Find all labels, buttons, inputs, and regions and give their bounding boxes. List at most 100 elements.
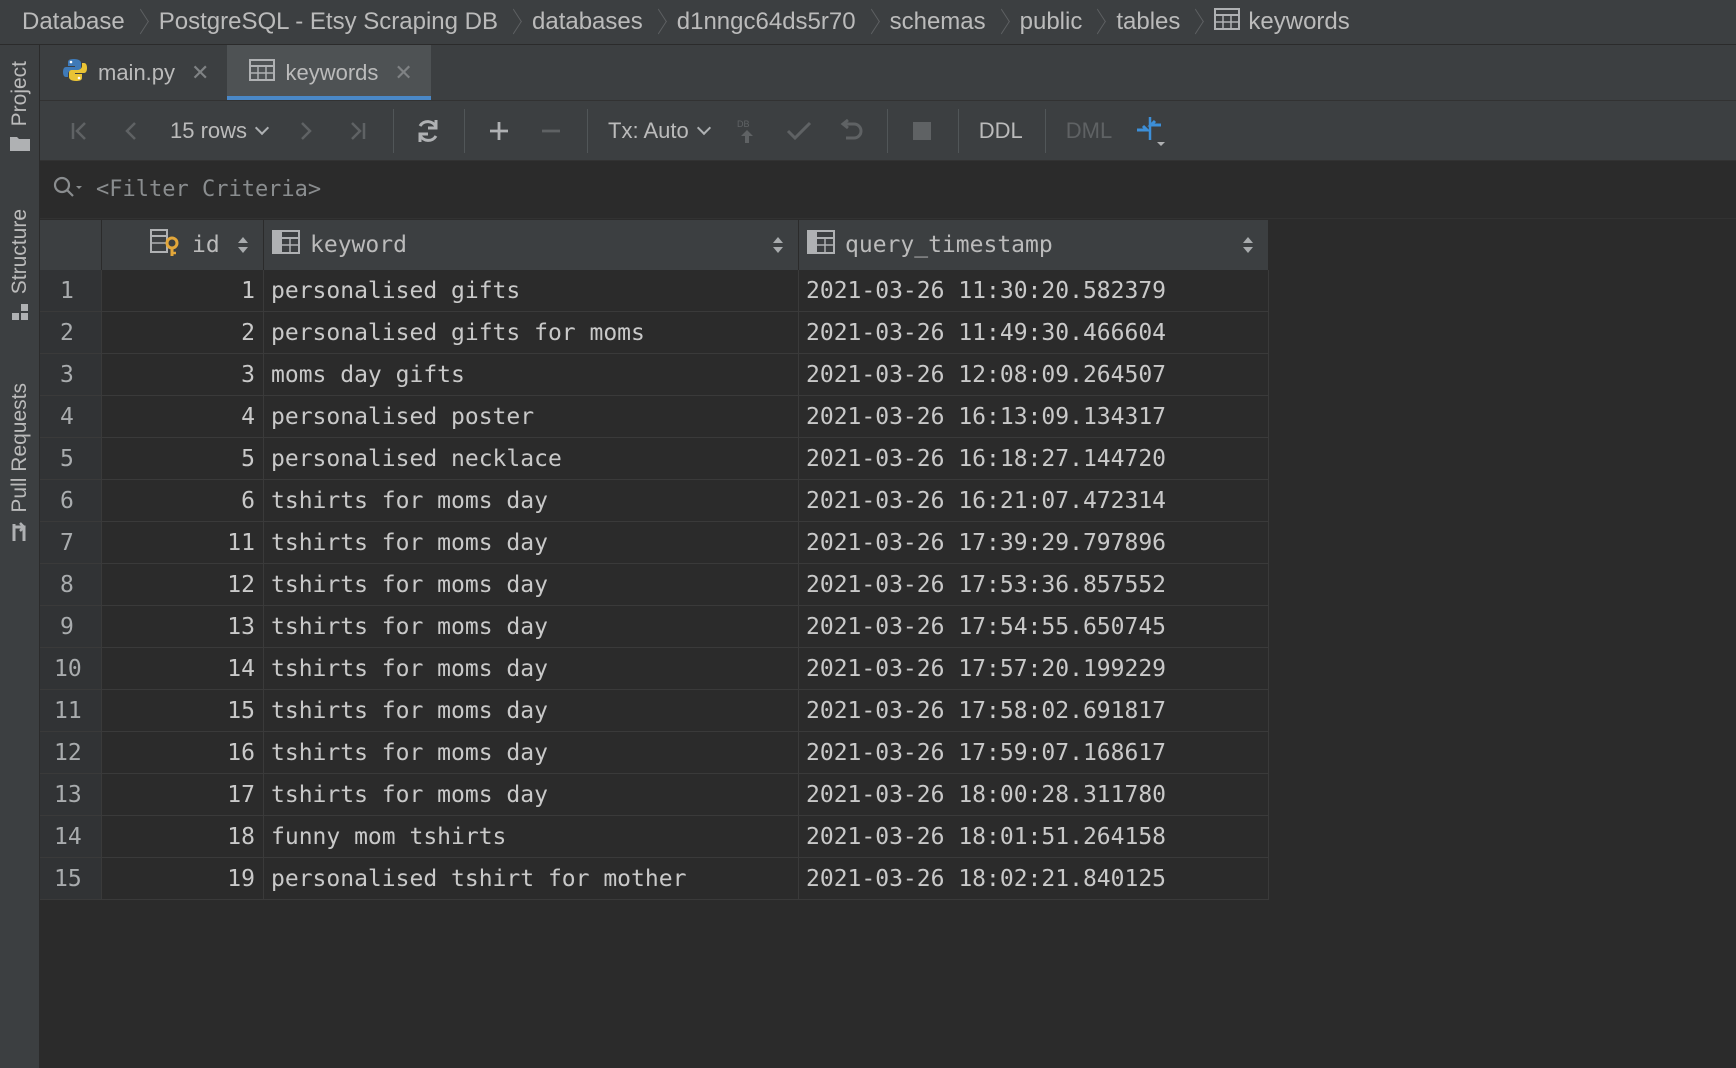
table-row[interactable]: 12 16 tshirts for moms day 2021-03-26 17…: [40, 732, 1269, 774]
cell-id[interactable]: 12: [102, 564, 264, 605]
cell-id[interactable]: 13: [102, 606, 264, 647]
breadcrumb-item-public[interactable]: public: [1020, 8, 1083, 36]
cell-keyword[interactable]: personalised poster: [264, 396, 799, 437]
breadcrumb-item-datasource[interactable]: PostgreSQL - Etsy Scraping DB: [159, 8, 498, 36]
breadcrumb-item-dbname[interactable]: d1nngc64ds5r70: [677, 8, 856, 36]
close-icon[interactable]: ✕: [191, 60, 209, 86]
table-row[interactable]: 5 5 personalised necklace 2021-03-26 16:…: [40, 438, 1269, 480]
cell-keyword[interactable]: funny mom tshirts: [264, 816, 799, 857]
cell-query-timestamp[interactable]: 2021-03-26 16:21:07.472314: [799, 480, 1269, 521]
sort-icon[interactable]: [237, 233, 249, 257]
filter-bar[interactable]: <Filter Criteria>: [40, 161, 1736, 219]
cell-query-timestamp[interactable]: 2021-03-26 17:57:20.199229: [799, 648, 1269, 689]
cell-query-timestamp[interactable]: 2021-03-26 17:39:29.797896: [799, 522, 1269, 563]
breadcrumb-item-tables[interactable]: tables: [1116, 8, 1180, 36]
breadcrumb-item-databases[interactable]: databases: [532, 8, 643, 36]
page-size-dropdown[interactable]: 15 rows: [162, 109, 275, 153]
row-number[interactable]: 7: [40, 522, 102, 563]
tab-main-py[interactable]: main.py ✕: [40, 45, 227, 100]
cell-query-timestamp[interactable]: 2021-03-26 16:13:09.134317: [799, 396, 1269, 437]
row-number[interactable]: 3: [40, 354, 102, 395]
ddl-button[interactable]: DDL: [971, 109, 1031, 153]
cell-keyword[interactable]: moms day gifts: [264, 354, 799, 395]
cell-keyword[interactable]: tshirts for moms day: [264, 606, 799, 647]
cell-keyword[interactable]: tshirts for moms day: [264, 648, 799, 689]
cell-id[interactable]: 16: [102, 732, 264, 773]
row-number[interactable]: 13: [40, 774, 102, 815]
cell-keyword[interactable]: tshirts for moms day: [264, 564, 799, 605]
tool-tab-pull-requests[interactable]: Pull Requests: [0, 383, 40, 548]
row-number[interactable]: 11: [40, 690, 102, 731]
cell-query-timestamp[interactable]: 2021-03-26 17:58:02.691817: [799, 690, 1269, 731]
refresh-icon[interactable]: [406, 109, 450, 153]
tab-keywords[interactable]: keywords ✕: [227, 45, 432, 100]
table-row[interactable]: 14 18 funny mom tshirts 2021-03-26 18:01…: [40, 816, 1269, 858]
commit-icon[interactable]: [777, 109, 821, 153]
row-number[interactable]: 8: [40, 564, 102, 605]
cell-keyword[interactable]: personalised necklace: [264, 438, 799, 479]
breadcrumb-item-database[interactable]: Database: [22, 8, 125, 36]
cell-query-timestamp[interactable]: 2021-03-26 18:00:28.311780: [799, 774, 1269, 815]
row-number[interactable]: 5: [40, 438, 102, 479]
submit-to-db-icon[interactable]: DB: [725, 109, 769, 153]
row-number[interactable]: 15: [40, 858, 102, 899]
cell-keyword[interactable]: tshirts for moms day: [264, 732, 799, 773]
cell-query-timestamp[interactable]: 2021-03-26 18:01:51.264158: [799, 816, 1269, 857]
table-row[interactable]: 4 4 personalised poster 2021-03-26 16:13…: [40, 396, 1269, 438]
previous-page-icon[interactable]: [110, 109, 154, 153]
breadcrumb-item-schemas[interactable]: schemas: [890, 8, 986, 36]
tool-tab-project[interactable]: Project: [0, 61, 40, 157]
row-number[interactable]: 14: [40, 816, 102, 857]
transaction-mode-dropdown[interactable]: Tx: Auto: [600, 109, 717, 153]
cell-query-timestamp[interactable]: 2021-03-26 17:53:36.857552: [799, 564, 1269, 605]
sort-icon[interactable]: [772, 233, 784, 257]
cell-keyword[interactable]: tshirts for moms day: [264, 690, 799, 731]
delete-row-icon[interactable]: [529, 109, 573, 153]
cell-query-timestamp[interactable]: 2021-03-26 17:59:07.168617: [799, 732, 1269, 773]
table-row[interactable]: 8 12 tshirts for moms day 2021-03-26 17:…: [40, 564, 1269, 606]
cell-id[interactable]: 14: [102, 648, 264, 689]
cell-keyword[interactable]: personalised gifts for moms: [264, 312, 799, 353]
cell-query-timestamp[interactable]: 2021-03-26 11:49:30.466604: [799, 312, 1269, 353]
cell-keyword[interactable]: personalised gifts: [264, 270, 799, 311]
table-row[interactable]: 2 2 personalised gifts for moms 2021-03-…: [40, 312, 1269, 354]
row-number[interactable]: 6: [40, 480, 102, 521]
row-number[interactable]: 9: [40, 606, 102, 647]
cell-keyword[interactable]: tshirts for moms day: [264, 480, 799, 521]
cell-keyword[interactable]: tshirts for moms day: [264, 774, 799, 815]
cell-id[interactable]: 3: [102, 354, 264, 395]
last-page-icon[interactable]: [335, 109, 379, 153]
stop-icon[interactable]: [900, 109, 944, 153]
cell-query-timestamp[interactable]: 2021-03-26 16:18:27.144720: [799, 438, 1269, 479]
cell-id[interactable]: 5: [102, 438, 264, 479]
row-number[interactable]: 2: [40, 312, 102, 353]
dml-button[interactable]: DML: [1058, 109, 1120, 153]
cell-query-timestamp[interactable]: 2021-03-26 11:30:20.582379: [799, 270, 1269, 311]
column-header-query-timestamp[interactable]: query_timestamp: [799, 220, 1269, 270]
table-row[interactable]: 10 14 tshirts for moms day 2021-03-26 17…: [40, 648, 1269, 690]
table-row[interactable]: 9 13 tshirts for moms day 2021-03-26 17:…: [40, 606, 1269, 648]
first-page-icon[interactable]: [58, 109, 102, 153]
cell-id[interactable]: 19: [102, 858, 264, 899]
tool-tab-structure[interactable]: Structure: [0, 209, 40, 327]
table-row[interactable]: 11 15 tshirts for moms day 2021-03-26 17…: [40, 690, 1269, 732]
cell-query-timestamp[interactable]: 2021-03-26 12:08:09.264507: [799, 354, 1269, 395]
cell-id[interactable]: 11: [102, 522, 264, 563]
row-number[interactable]: 10: [40, 648, 102, 689]
row-number[interactable]: 12: [40, 732, 102, 773]
search-icon[interactable]: [52, 175, 86, 204]
sort-icon[interactable]: [1242, 233, 1254, 257]
next-page-icon[interactable]: [283, 109, 327, 153]
add-row-icon[interactable]: [477, 109, 521, 153]
cell-id[interactable]: 1: [102, 270, 264, 311]
compare-icon[interactable]: [1128, 109, 1172, 153]
column-header-keyword[interactable]: keyword: [264, 220, 799, 270]
cell-query-timestamp[interactable]: 2021-03-26 17:54:55.650745: [799, 606, 1269, 647]
breadcrumb-item-keywords[interactable]: keywords: [1214, 7, 1350, 37]
cell-id[interactable]: 4: [102, 396, 264, 437]
cell-id[interactable]: 18: [102, 816, 264, 857]
cell-query-timestamp[interactable]: 2021-03-26 18:02:21.840125: [799, 858, 1269, 899]
table-row[interactable]: 13 17 tshirts for moms day 2021-03-26 18…: [40, 774, 1269, 816]
row-number[interactable]: 1: [40, 270, 102, 311]
table-row[interactable]: 1 1 personalised gifts 2021-03-26 11:30:…: [40, 270, 1269, 312]
